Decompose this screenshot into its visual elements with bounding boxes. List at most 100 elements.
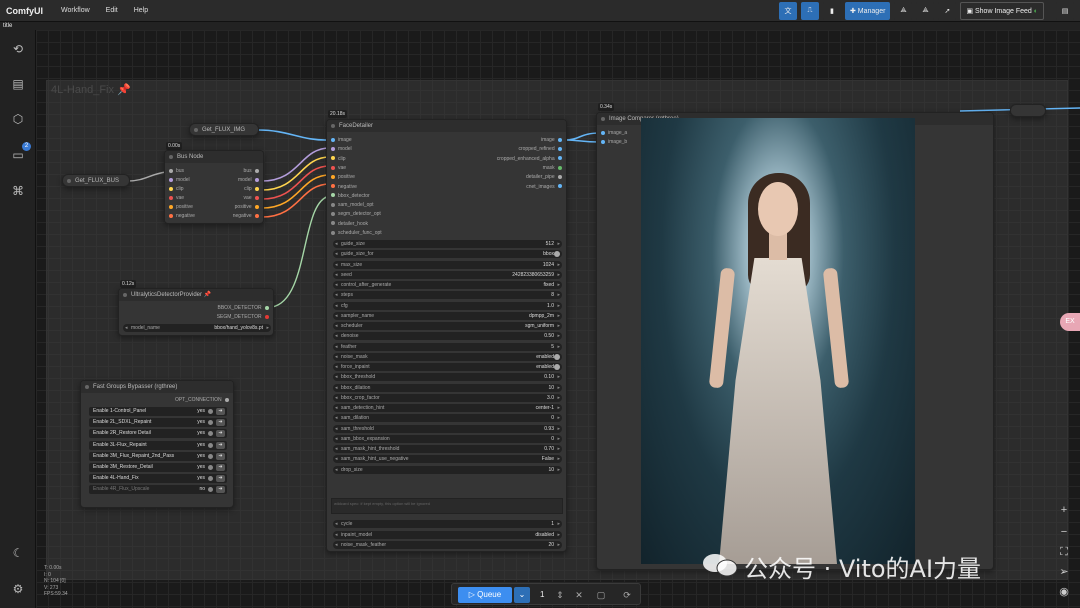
fd-widget-sampler-name[interactable]: sampler_name dpmpp_2m	[333, 311, 562, 320]
bus-out-model[interactable]: model	[238, 177, 259, 183]
bypass-toggle-row[interactable]: Enable 2L_SDXL_Repaint yes ➜	[89, 418, 227, 428]
refresh-icon[interactable]: ⟳	[620, 587, 634, 603]
cube-icon[interactable]: ⬡	[9, 110, 27, 128]
triangle-alt-icon[interactable]: ⟁	[916, 2, 935, 20]
navigate-arrow-icon[interactable]: ➜	[216, 430, 225, 438]
fd-widget-guide-size-for[interactable]: guide_size_for bbox	[333, 250, 562, 259]
fd-widget-inpaint-model[interactable]: inpaint_model disabled	[333, 530, 562, 539]
show-image-feed-button[interactable]: ▣ Show Image Feed ◐	[960, 2, 1044, 20]
fd-widget-sam-mask-hint-threshold[interactable]: sam_mask_hint_threshold 0.70	[333, 445, 562, 453]
sitemap-icon[interactable]: ⌘	[9, 182, 27, 200]
toggle-icon[interactable]	[208, 465, 213, 470]
fd-input-port[interactable]: model	[331, 146, 352, 152]
fd-widget-sam-dilation[interactable]: sam_dilation 0	[333, 414, 562, 423]
bypass-toggle-row[interactable]: Enable 3M_Restore_Detail yes ➜	[89, 463, 227, 472]
batch-count-input[interactable]: 1	[540, 587, 544, 603]
bypass-toggle-row[interactable]: Enable 4R_Flux_Upscale no ➜	[89, 485, 227, 495]
fd-widget-sam-detection-hint[interactable]: sam_detection_hint center-1	[333, 404, 562, 412]
toggle-icon[interactable]	[208, 442, 213, 448]
select-pointer-icon[interactable]: ➢	[1056, 564, 1072, 580]
bus-in-clip[interactable]: clip	[169, 186, 184, 192]
navigate-arrow-icon[interactable]: ➜	[216, 419, 225, 427]
workflow-tab[interactable]: title	[0, 22, 1080, 30]
panel-toggle-icon[interactable]: ▤	[1056, 2, 1074, 20]
fd-output-port[interactable]: image	[541, 137, 562, 143]
toggle-icon[interactable]	[208, 476, 213, 482]
node-icon[interactable]: ⎍	[800, 2, 819, 20]
menu-edit[interactable]: Edit	[98, 7, 126, 14]
manager-button[interactable]: ✚ Manager	[844, 2, 891, 20]
fd-widget-bbox-threshold[interactable]: bbox_threshold 0.10	[333, 373, 562, 382]
bookmark-icon[interactable]: ▮	[822, 2, 841, 20]
fd-widget-sam-bbox-expansion[interactable]: sam_bbox_expansion 0	[333, 434, 562, 443]
fd-input-port[interactable]: scheduler_func_opt	[331, 230, 382, 236]
queue-mode-dropdown[interactable]: ⌄	[514, 587, 530, 603]
fd-widget-cycle[interactable]: cycle 1	[333, 520, 562, 528]
navigate-arrow-icon[interactable]: ➜	[216, 486, 225, 494]
bypass-toggle-row[interactable]: Enable 3L-Flux_Repaint yes ➜	[89, 440, 227, 450]
fd-widget-drop-size[interactable]: drop_size 10	[333, 465, 562, 474]
bus-out-negative[interactable]: negative	[233, 213, 259, 219]
folder-icon[interactable]: ▭ 2	[9, 142, 31, 164]
navigate-arrow-icon[interactable]: ➜	[216, 441, 225, 449]
bus-in-vae[interactable]: vae	[169, 195, 184, 201]
fd-input-port[interactable]: detailer_hook	[331, 221, 368, 227]
fd-input-port[interactable]: clip	[331, 156, 346, 162]
bus-node[interactable]: Bus Node bus model clip vae positive neg…	[164, 150, 264, 224]
fd-output-port[interactable]: mask	[543, 165, 562, 171]
toggle-icon[interactable]	[208, 431, 213, 437]
fd-input-port[interactable]: segm_detector_opt	[331, 211, 381, 217]
fd-output-port[interactable]: detailer_pipe	[526, 174, 562, 180]
navigate-arrow-icon[interactable]: ➜	[216, 408, 225, 415]
fd-widget-seed[interactable]: seed 242823380653259	[333, 270, 562, 279]
bypass-toggle-row[interactable]: Enable 3M_Flux_Repaint_2nd_Pass yes ➜	[89, 451, 227, 461]
fd-input-port[interactable]: image	[331, 137, 352, 143]
fd-widget-noise-mask-feather[interactable]: noise_mask_feather 20	[333, 541, 562, 549]
offscreen-node[interactable]	[1010, 104, 1046, 117]
fd-widget-sam-threshold[interactable]: sam_threshold 0.93	[333, 424, 562, 433]
triangle-icon[interactable]: ⟁	[894, 2, 913, 20]
bypass-toggle-row[interactable]: Enable 1-Control_Panel yes ➜	[89, 407, 227, 416]
bypass-toggle-row[interactable]: Enable 2R_Restore Detail yes ➜	[89, 429, 227, 439]
share-icon[interactable]: ➚	[938, 2, 957, 20]
detector-out-segm[interactable]: SEGM_DETECTOR	[217, 314, 269, 320]
fd-widget-sam-mask-hint-use-negative[interactable]: sam_mask_hint_use_negative False	[333, 455, 562, 464]
bus-out-positive[interactable]: positive	[235, 204, 259, 210]
wildcard-textarea[interactable]: wildcard spec: if kept empty, this optio…	[331, 498, 563, 514]
fd-output-port[interactable]: cnet_images	[526, 184, 562, 190]
bus-out-clip[interactable]: clip	[244, 186, 259, 192]
settings-gear-icon[interactable]: ⚙	[9, 580, 27, 598]
navigate-arrow-icon[interactable]: ➜	[216, 475, 225, 483]
stop-icon[interactable]: ▢	[594, 587, 608, 603]
bus-in-bus[interactable]: bus	[169, 168, 184, 174]
detector-node[interactable]: UltralyticsDetectorProvider 📌 BBOX_DETEC…	[118, 288, 274, 336]
history-icon[interactable]: ⟲	[9, 40, 27, 58]
toggle-icon[interactable]	[208, 420, 213, 426]
fd-widget-denoise[interactable]: denoise 0.50	[333, 332, 562, 341]
fd-input-port[interactable]: negative	[331, 184, 357, 190]
fd-input-port[interactable]: sam_model_opt	[331, 202, 374, 208]
fd-widget-max-size[interactable]: max_size 1024	[333, 260, 562, 269]
toggle-icon[interactable]	[208, 453, 213, 459]
zoom-out-icon[interactable]: −	[1056, 524, 1072, 540]
cancel-icon[interactable]: ✕	[572, 587, 586, 603]
bypass-toggle-row[interactable]: Enable 4L-Hand_Fix yes ➜	[89, 474, 227, 484]
comparer-in-image-a[interactable]: image_a	[601, 130, 627, 136]
translate-icon[interactable]: 文	[778, 2, 797, 20]
fd-output-port[interactable]: cropped_refined	[518, 146, 562, 152]
fd-widget-cfg[interactable]: cfg 1.0	[333, 301, 562, 310]
fast-groups-bypasser-node[interactable]: Fast Groups Bypasser (rgthree) OPT_CONNE…	[80, 380, 234, 508]
comparer-in-image-b[interactable]: image_b	[601, 139, 627, 145]
theme-moon-icon[interactable]: ☾	[9, 544, 27, 562]
fd-input-port[interactable]: vae	[331, 165, 346, 171]
fd-widget-scheduler[interactable]: scheduler sgm_uniform	[333, 322, 562, 330]
bus-in-model[interactable]: model	[169, 177, 190, 183]
fd-input-port[interactable]: bbox_detector	[331, 193, 370, 199]
bus-out-bus[interactable]: bus	[244, 168, 259, 174]
fd-input-port[interactable]: positive	[331, 174, 355, 180]
zoom-in-icon[interactable]: +	[1056, 502, 1072, 518]
fd-widget-guide-size[interactable]: guide_size 512	[333, 240, 562, 248]
app-logo[interactable]: ComfyUI	[0, 6, 53, 16]
bypasser-output[interactable]: OPT_CONNECTION	[175, 397, 229, 403]
fd-widget-noise-mask[interactable]: noise_mask enabled	[333, 352, 562, 361]
